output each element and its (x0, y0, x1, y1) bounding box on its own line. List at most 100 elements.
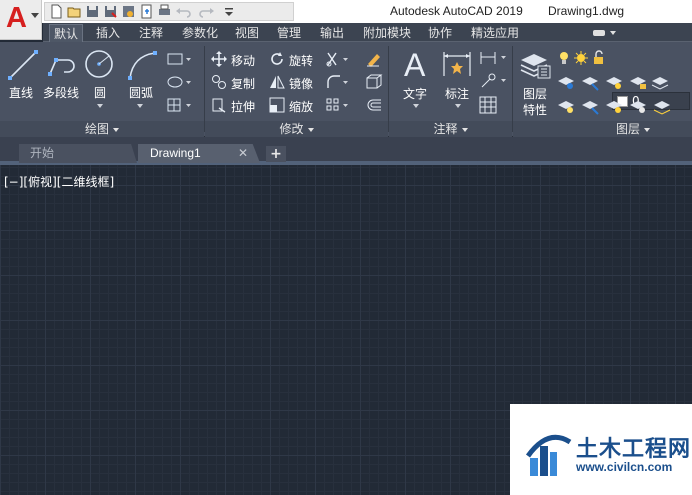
stretch-icon[interactable] (211, 97, 227, 113)
move-label[interactable]: 移动 (231, 52, 255, 69)
leader-icon[interactable] (479, 73, 509, 89)
customize-icon[interactable] (223, 4, 238, 19)
array-3d-icon[interactable] (365, 73, 383, 91)
modify-panel-title[interactable]: 修改 (205, 121, 388, 137)
modify-panel-title-text: 修改 (279, 122, 304, 136)
arc-label[interactable]: 圆弧 (129, 84, 153, 101)
layer-properties-label-2[interactable]: 特性 (523, 101, 547, 118)
circle-dropdown-icon[interactable] (97, 104, 103, 108)
arc-dropdown-icon[interactable] (137, 104, 143, 108)
tab-output[interactable]: 输出 (317, 24, 347, 42)
viewport-controls[interactable]: [−][俯视][二维线框] (4, 173, 114, 190)
fillet-icon[interactable] (325, 74, 351, 90)
open-from-web-icon[interactable] (121, 4, 136, 19)
layer-properties-label-1[interactable]: 图层 (523, 85, 547, 102)
copy-label[interactable]: 复制 (231, 75, 255, 92)
layer-match-icon[interactable] (650, 72, 670, 92)
save-to-web-icon[interactable] (139, 4, 154, 19)
save-icon[interactable] (85, 4, 100, 19)
copy-icon[interactable] (211, 74, 227, 90)
redo-icon[interactable] (199, 4, 214, 19)
rotate-icon[interactable] (269, 51, 285, 67)
dimension-dropdown-icon[interactable] (455, 104, 461, 108)
layer-state-icons[interactable] (558, 50, 614, 66)
polyline-icon[interactable] (46, 52, 80, 80)
ribbon-minimize-icon[interactable] (589, 27, 619, 39)
close-icon[interactable]: ✕ (238, 144, 248, 163)
tab-drawing1[interactable]: Drawing1 ✕ (138, 144, 260, 163)
save-as-icon[interactable] (103, 4, 118, 19)
plot-icon[interactable] (157, 4, 172, 19)
tab-parametric[interactable]: 参数化 (178, 24, 222, 42)
line-icon[interactable] (6, 48, 40, 82)
tab-annotate[interactable]: 注释 (136, 24, 166, 42)
stretch-label[interactable]: 拉伸 (231, 98, 255, 115)
scale-label[interactable]: 缩放 (289, 98, 313, 115)
tab-view[interactable]: 视图 (232, 24, 262, 42)
annotation-panel-title-text: 注释 (433, 122, 458, 136)
annotation-panel-title[interactable]: 注释 (389, 121, 512, 137)
tab-manage[interactable]: 管理 (274, 24, 304, 42)
application-menu-button[interactable]: A (0, 0, 42, 40)
circle-label[interactable]: 圆 (94, 84, 106, 101)
layers-panel-title-text: 图层 (615, 122, 640, 136)
tab-addins[interactable]: 附加模块 (359, 24, 415, 42)
trim-icon[interactable] (325, 51, 351, 67)
table-icon[interactable] (479, 96, 497, 114)
watermark-url: www.civilcn.com (576, 460, 673, 474)
linear-dimension-icon[interactable] (479, 50, 509, 66)
watermark-logo (525, 434, 572, 476)
arc-icon[interactable] (125, 48, 159, 82)
file-title: Drawing1.dwg (548, 4, 625, 18)
chevron-down-icon (644, 127, 650, 132)
text-label[interactable]: 文字 (403, 85, 427, 102)
circle-icon[interactable] (83, 48, 115, 80)
ribbon-tab-bar: 默认 插入 注释 参数化 视图 管理 输出 附加模块 协作 精选应用 (43, 23, 692, 42)
mirror-icon[interactable] (269, 74, 285, 90)
new-icon[interactable] (49, 4, 64, 19)
draw-panel-title[interactable]: 绘图 (0, 121, 204, 137)
erase-icon[interactable] (365, 50, 383, 68)
ribbon: 直线 多段线 圆 圆弧 绘图 移动 旋转 复制 镜像 拉伸 缩放 修改 A 文字… (0, 42, 692, 137)
open-icon[interactable] (67, 4, 82, 19)
offset-icon[interactable] (365, 96, 383, 114)
draw-panel-title-text: 绘图 (84, 122, 109, 136)
panel-divider (512, 46, 513, 132)
title-bar: Autodesk AutoCAD 2019 Drawing1.dwg (0, 0, 692, 23)
polyline-label[interactable]: 多段线 (43, 84, 79, 101)
layer-tools-row-2[interactable] (556, 96, 674, 116)
watermark-title: 土木工程网 (576, 437, 692, 462)
tab-drawing1-label: Drawing1 (150, 146, 201, 160)
rotate-label[interactable]: 旋转 (289, 52, 313, 69)
chevron-down-icon (461, 127, 468, 132)
layer-properties-icon[interactable] (518, 48, 552, 82)
ellipse-icon[interactable] (166, 74, 192, 90)
panel-divider (204, 46, 205, 132)
array-icon[interactable] (325, 97, 351, 113)
rectangle-icon[interactable] (166, 51, 192, 67)
text-icon[interactable]: A (401, 48, 431, 82)
app-title: Autodesk AutoCAD 2019 (390, 4, 523, 18)
file-tab-bar: 开始 Drawing1 ✕ + (0, 137, 692, 165)
undo-icon[interactable] (175, 4, 191, 19)
dimension-label[interactable]: 标注 (445, 85, 469, 102)
hatch-icon[interactable] (166, 97, 192, 113)
line-label[interactable]: 直线 (9, 84, 33, 101)
move-icon[interactable] (211, 51, 227, 67)
tab-featured-apps[interactable]: 精选应用 (467, 24, 523, 42)
tab-start[interactable]: 开始 (19, 144, 137, 163)
dimension-icon[interactable] (441, 48, 473, 80)
mirror-label[interactable]: 镜像 (289, 75, 313, 92)
svg-text:A: A (404, 48, 426, 82)
autocad-logo: A (6, 2, 27, 34)
new-tab-button[interactable]: + (266, 146, 286, 162)
layers-panel-title[interactable]: 图层 (513, 121, 692, 137)
quick-access-toolbar (44, 2, 294, 21)
scale-icon[interactable] (269, 97, 285, 113)
layer-tools-row-1[interactable] (556, 72, 650, 92)
text-dropdown-icon[interactable] (413, 104, 419, 108)
tab-default[interactable]: 默认 (49, 24, 83, 42)
tab-collaborate[interactable]: 协作 (425, 24, 455, 42)
tab-insert[interactable]: 插入 (93, 24, 123, 42)
tab-start-label: 开始 (30, 146, 55, 160)
